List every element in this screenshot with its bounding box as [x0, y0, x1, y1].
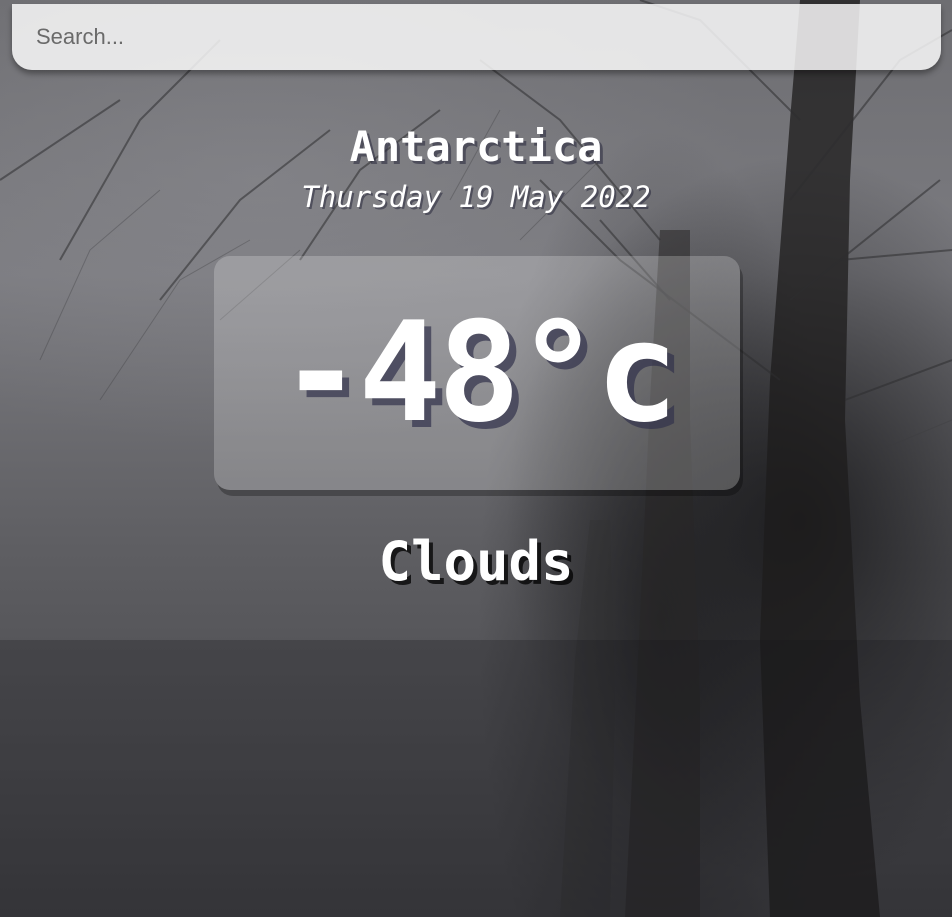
temperature-value: -48°c	[279, 292, 678, 453]
weather-condition: Clouds	[378, 530, 574, 593]
search-input[interactable]	[12, 4, 941, 70]
temperature-card: -48°c	[214, 256, 740, 490]
search-bar	[12, 4, 941, 70]
location-name: Antarctica	[349, 122, 603, 171]
current-date: Thursday 19 May 2022	[301, 180, 651, 214]
